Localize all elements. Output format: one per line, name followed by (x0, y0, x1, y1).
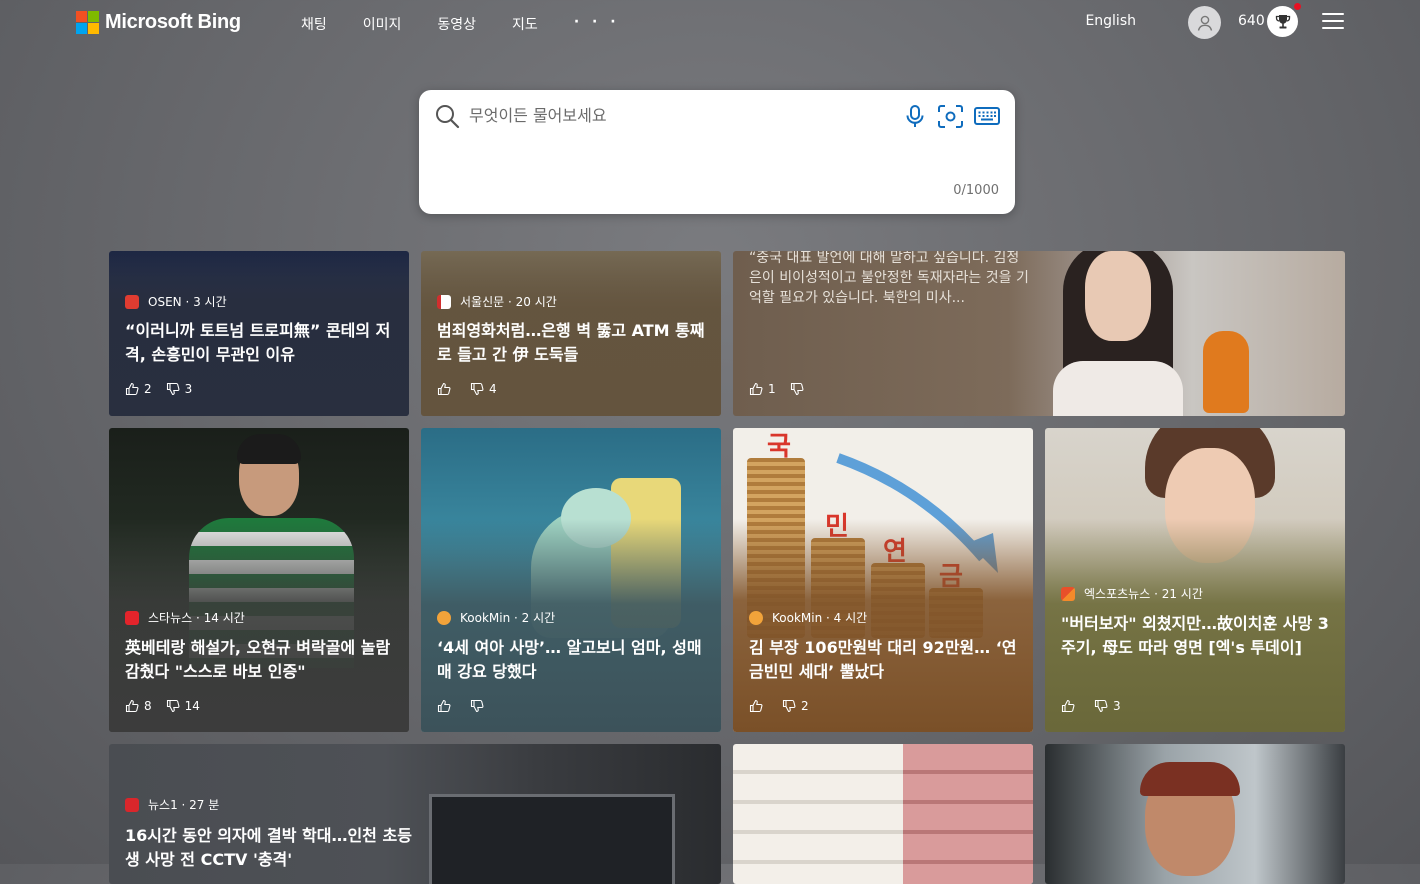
person-photo (1033, 251, 1203, 416)
thumbs-down-icon (1094, 699, 1108, 713)
dislike-button[interactable]: 14 (166, 699, 200, 713)
news-card[interactable]: 스타뉴스 · 14 시간 英베테랑 해설가, 오현규 벼락골에 놀람감췄다 "스… (109, 428, 409, 732)
kookmin-logo-icon (749, 610, 763, 625)
card-source: OSEN · 3 시간 (125, 293, 227, 310)
cctv-photo (429, 794, 675, 884)
osen-logo-icon (125, 294, 139, 309)
thumbs-up-icon (749, 382, 763, 396)
thumbs-up-icon (125, 699, 139, 713)
news-card[interactable]: 엑스포츠뉴스 · 21 시간 "버터보자" 외쳤지만…故이치훈 사망 3주기, … (1045, 428, 1345, 732)
card-reactions: 1 (749, 382, 823, 396)
card-title[interactable]: ‘4세 여아 사망’… 알고보니 엄마, 성매매 강요 당했다 (437, 636, 707, 684)
news-card[interactable]: 국 민 연 금 KookMin · 4 시간 김 부장 106만원박 대리 92… (733, 428, 1033, 732)
card-excerpt[interactable]: “중국 대표 발언에 대해 말하고 싶습니다. 김정은이 비이성적이고 불안정한… (749, 251, 1029, 308)
thumbs-up-icon (125, 382, 139, 396)
dislike-button[interactable] (790, 382, 809, 396)
card-title[interactable]: 범죄영화처럼…은행 벽 뚫고 ATM 통째로 들고 간 伊 도둑들 (437, 319, 707, 367)
xports-news-logo-icon (1061, 586, 1075, 601)
like-button[interactable] (1061, 699, 1080, 713)
news-card-wide[interactable]: 뉴스1 · 27 분 16시간 동안 의자에 결박 학대…인천 초등생 사망 전… (109, 744, 721, 884)
thumbs-down-icon (166, 382, 180, 396)
dislike-button[interactable]: 3 (1094, 699, 1121, 713)
thumbs-down-icon (470, 382, 484, 396)
thumbs-up-icon (437, 382, 451, 396)
seoul-shinmun-logo-icon (437, 294, 451, 309)
card-source: KookMin · 2 시간 (437, 609, 555, 626)
card-title[interactable]: "버터보자" 외쳤지만…故이치훈 사망 3주기, 母도 따라 영면 [엑's 투… (1061, 612, 1331, 660)
card-source: 서울신문 · 20 시간 (437, 293, 557, 310)
card-reactions: 8 14 (125, 699, 214, 713)
card-source: 스타뉴스 · 14 시간 (125, 609, 245, 626)
orange-vase (1203, 331, 1249, 413)
card-title[interactable]: “이러니까 토트넘 트로피無” 콘테의 저격, 손흥민이 무관인 이유 (125, 319, 395, 367)
dislike-button[interactable] (470, 699, 489, 713)
chart-char-1: 국 (767, 432, 791, 462)
card-reactions: 2 (749, 699, 823, 713)
card-reactions: 2 3 (125, 382, 206, 396)
like-button[interactable] (437, 699, 456, 713)
news-card[interactable] (733, 744, 1033, 884)
like-button[interactable] (437, 382, 456, 396)
thumbs-down-icon (470, 699, 484, 713)
news-card[interactable]: KookMin · 2 시간 ‘4세 여아 사망’… 알고보니 엄마, 성매매 … (421, 428, 721, 732)
card-source: 엑스포츠뉴스 · 21 시간 (1061, 585, 1203, 602)
card-reactions: 4 (437, 382, 511, 396)
card-title[interactable]: 김 부장 106만원박 대리 92만원… ‘연금빈민 세대’ 뿔났다 (749, 636, 1019, 684)
card-source: 뉴스1 · 27 분 (125, 796, 219, 813)
dislike-button[interactable]: 4 (470, 382, 497, 396)
thumbs-down-icon (166, 699, 180, 713)
card-source: KookMin · 4 시간 (749, 609, 867, 626)
dislike-button[interactable]: 3 (166, 382, 192, 396)
news-card[interactable]: 서울신문 · 20 시간 범죄영화처럼…은행 벽 뚫고 ATM 통째로 들고 간… (421, 251, 721, 416)
star-news-logo-icon (125, 610, 139, 625)
like-button[interactable]: 1 (749, 382, 776, 396)
news-card[interactable]: OSEN · 3 시간 “이러니까 토트넘 트로피無” 콘테의 저격, 손흥민이… (109, 251, 409, 416)
like-button[interactable] (749, 699, 768, 713)
card-title[interactable]: 16시간 동안 의자에 결박 학대…인천 초등생 사망 전 CCTV '충격' (125, 824, 415, 872)
news1-logo-icon (125, 797, 139, 812)
thumbs-up-icon (437, 699, 451, 713)
card-reactions: 3 (1061, 699, 1135, 713)
dislike-button[interactable]: 2 (782, 699, 809, 713)
news-card-wide[interactable]: “중국 대표 발언에 대해 말하고 싶습니다. 김정은이 비이성적이고 불안정한… (733, 251, 1345, 416)
thumbs-up-icon (1061, 699, 1075, 713)
thumbs-down-icon (790, 382, 804, 396)
news-card[interactable] (1045, 744, 1345, 884)
like-button[interactable]: 2 (125, 382, 152, 396)
card-title[interactable]: 英베테랑 해설가, 오현규 벼락골에 놀람감췄다 "스스로 바보 인증" (125, 636, 395, 684)
card-reactions (437, 699, 503, 713)
thumbs-down-icon (782, 699, 796, 713)
like-button[interactable]: 8 (125, 699, 152, 713)
news-feed: OSEN · 3 시간 “이러니까 토트넘 트로피無” 콘테의 저격, 손흥민이… (0, 0, 1420, 884)
thumbs-up-icon (749, 699, 763, 713)
kookmin-logo-icon (437, 610, 451, 625)
